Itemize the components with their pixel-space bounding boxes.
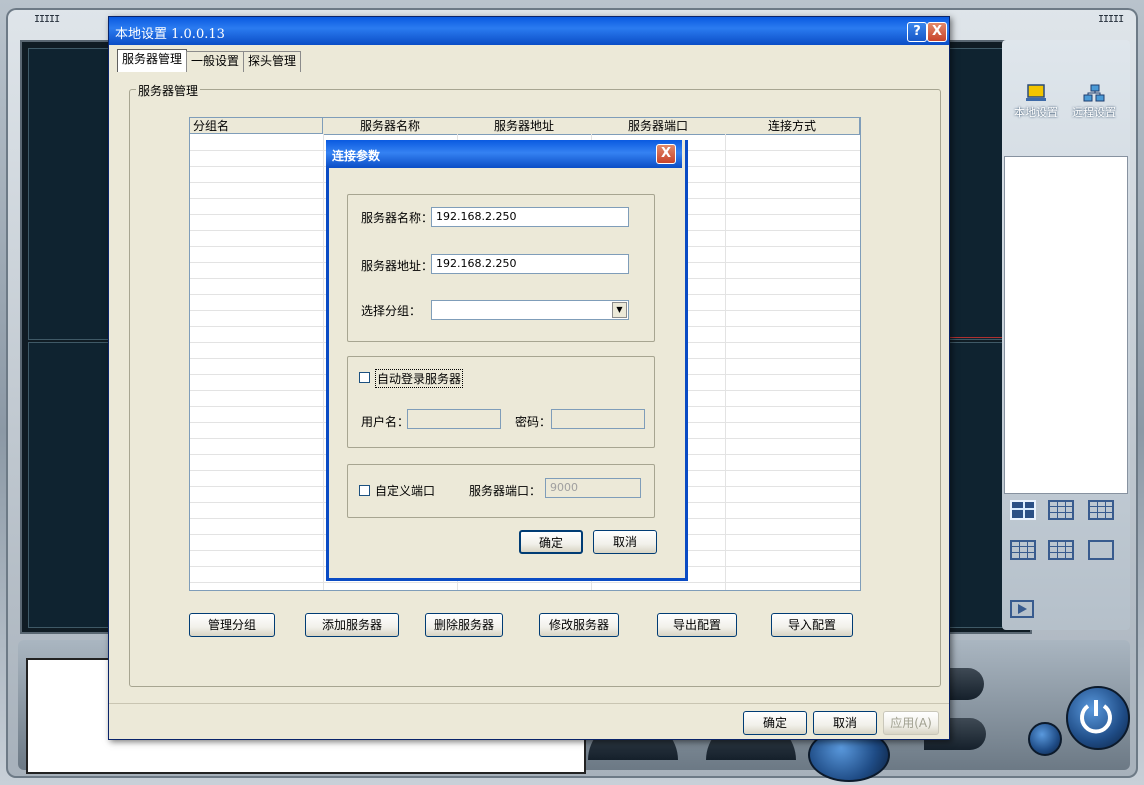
- dialog-close-button[interactable]: X: [656, 144, 676, 164]
- remote-settings-label: 远程设置: [1072, 106, 1116, 119]
- monitor-icon: [1026, 84, 1046, 101]
- column-server-address[interactable]: 服务器地址: [457, 118, 592, 135]
- username-label: 用户名：: [361, 415, 410, 429]
- layout-16-icon[interactable]: [1010, 540, 1036, 560]
- network-icon: [1083, 84, 1105, 102]
- table-column-line: [725, 134, 726, 590]
- layout-25-icon[interactable]: [1048, 540, 1074, 560]
- table-column-line: [323, 134, 324, 590]
- grip-right: IIIII: [1098, 14, 1124, 25]
- apply-button[interactable]: 应用(A): [883, 711, 939, 735]
- dialog-ok-button[interactable]: 确定: [519, 530, 583, 554]
- local-settings-button[interactable]: 本地设置: [1010, 84, 1062, 120]
- server-address-input[interactable]: 192.168.2.250: [431, 254, 629, 274]
- server-name-label: 服务器名称：: [361, 211, 434, 225]
- grip-left: IIIII: [34, 14, 60, 25]
- layout-6-icon[interactable]: [1048, 500, 1074, 520]
- close-icon: X: [931, 24, 943, 39]
- local-settings-label: 本地设置: [1014, 106, 1058, 119]
- help-button[interactable]: ?: [907, 22, 927, 42]
- power-button[interactable]: [1066, 686, 1130, 750]
- add-server-button[interactable]: 添加服务器: [305, 613, 399, 637]
- server-address-label: 服务器地址：: [361, 259, 434, 273]
- import-config-button[interactable]: 导入配置: [771, 613, 853, 637]
- column-group-name[interactable]: 分组名: [190, 118, 323, 134]
- dialog-title-bar[interactable]: 连接参数 X: [326, 140, 682, 168]
- tab-strip: 服务器管理 一般设置 探头管理: [117, 49, 302, 72]
- column-server-port[interactable]: 服务器端口: [591, 118, 726, 135]
- help-icon: ?: [913, 24, 921, 39]
- layout-4-icon[interactable]: [1010, 500, 1036, 520]
- remote-settings-button[interactable]: 远程设置: [1064, 84, 1124, 120]
- server-name-input[interactable]: 192.168.2.250: [431, 207, 629, 227]
- connection-params-dialog: 连接参数 X 服务器名称： 192.168.2.250 服务器地址： 192.1…: [326, 140, 688, 581]
- column-server-name[interactable]: 服务器名称: [323, 118, 458, 135]
- chevron-down-icon[interactable]: ▼: [612, 302, 627, 318]
- layout-9-icon[interactable]: [1088, 500, 1114, 520]
- password-label: 密码：: [515, 415, 552, 429]
- close-icon: X: [660, 146, 672, 161]
- tab-server-management[interactable]: 服务器管理: [117, 49, 188, 72]
- group-label: 服务器管理: [136, 82, 201, 99]
- column-connection-type[interactable]: 连接方式: [725, 118, 860, 135]
- tab-general-settings[interactable]: 一般设置: [186, 51, 245, 72]
- custom-port-checkbox[interactable]: [359, 485, 370, 496]
- dialog-title: 连接参数: [332, 149, 381, 163]
- window-title: 本地设置 1.0.0.13: [115, 27, 225, 42]
- minimize-round-button[interactable]: [1028, 722, 1062, 756]
- tab-probe-management[interactable]: 探头管理: [243, 51, 302, 72]
- server-port-input[interactable]: 9000: [545, 478, 641, 498]
- dialog-cancel-button[interactable]: 取消: [593, 530, 657, 554]
- play-triangle-icon: [1018, 604, 1027, 614]
- password-input[interactable]: [551, 409, 645, 429]
- delete-server-button[interactable]: 删除服务器: [425, 613, 503, 637]
- group-select-label: 选择分组：: [361, 304, 422, 318]
- device-tree-panel[interactable]: [1004, 156, 1128, 494]
- power-icon: [1080, 700, 1112, 734]
- fullscreen-icon[interactable]: [1088, 540, 1114, 560]
- custom-port-label[interactable]: 自定义端口: [375, 482, 435, 499]
- table-row-line: [190, 582, 860, 583]
- export-config-button[interactable]: 导出配置: [657, 613, 737, 637]
- auto-login-label[interactable]: 自动登录服务器: [375, 369, 464, 388]
- cancel-button[interactable]: 取消: [813, 711, 877, 735]
- manage-groups-button[interactable]: 管理分组: [189, 613, 275, 637]
- title-bar[interactable]: 本地设置 1.0.0.13 ? X: [109, 17, 949, 45]
- playback-icon[interactable]: [1010, 600, 1034, 618]
- server-port-label: 服务器端口：: [469, 484, 542, 498]
- footer-divider: [109, 703, 949, 704]
- modify-server-button[interactable]: 修改服务器: [539, 613, 619, 637]
- group-select[interactable]: ▼: [431, 300, 629, 320]
- username-input[interactable]: [407, 409, 501, 429]
- auto-login-checkbox[interactable]: [359, 372, 370, 383]
- close-button[interactable]: X: [927, 22, 947, 42]
- ok-button[interactable]: 确定: [743, 711, 807, 735]
